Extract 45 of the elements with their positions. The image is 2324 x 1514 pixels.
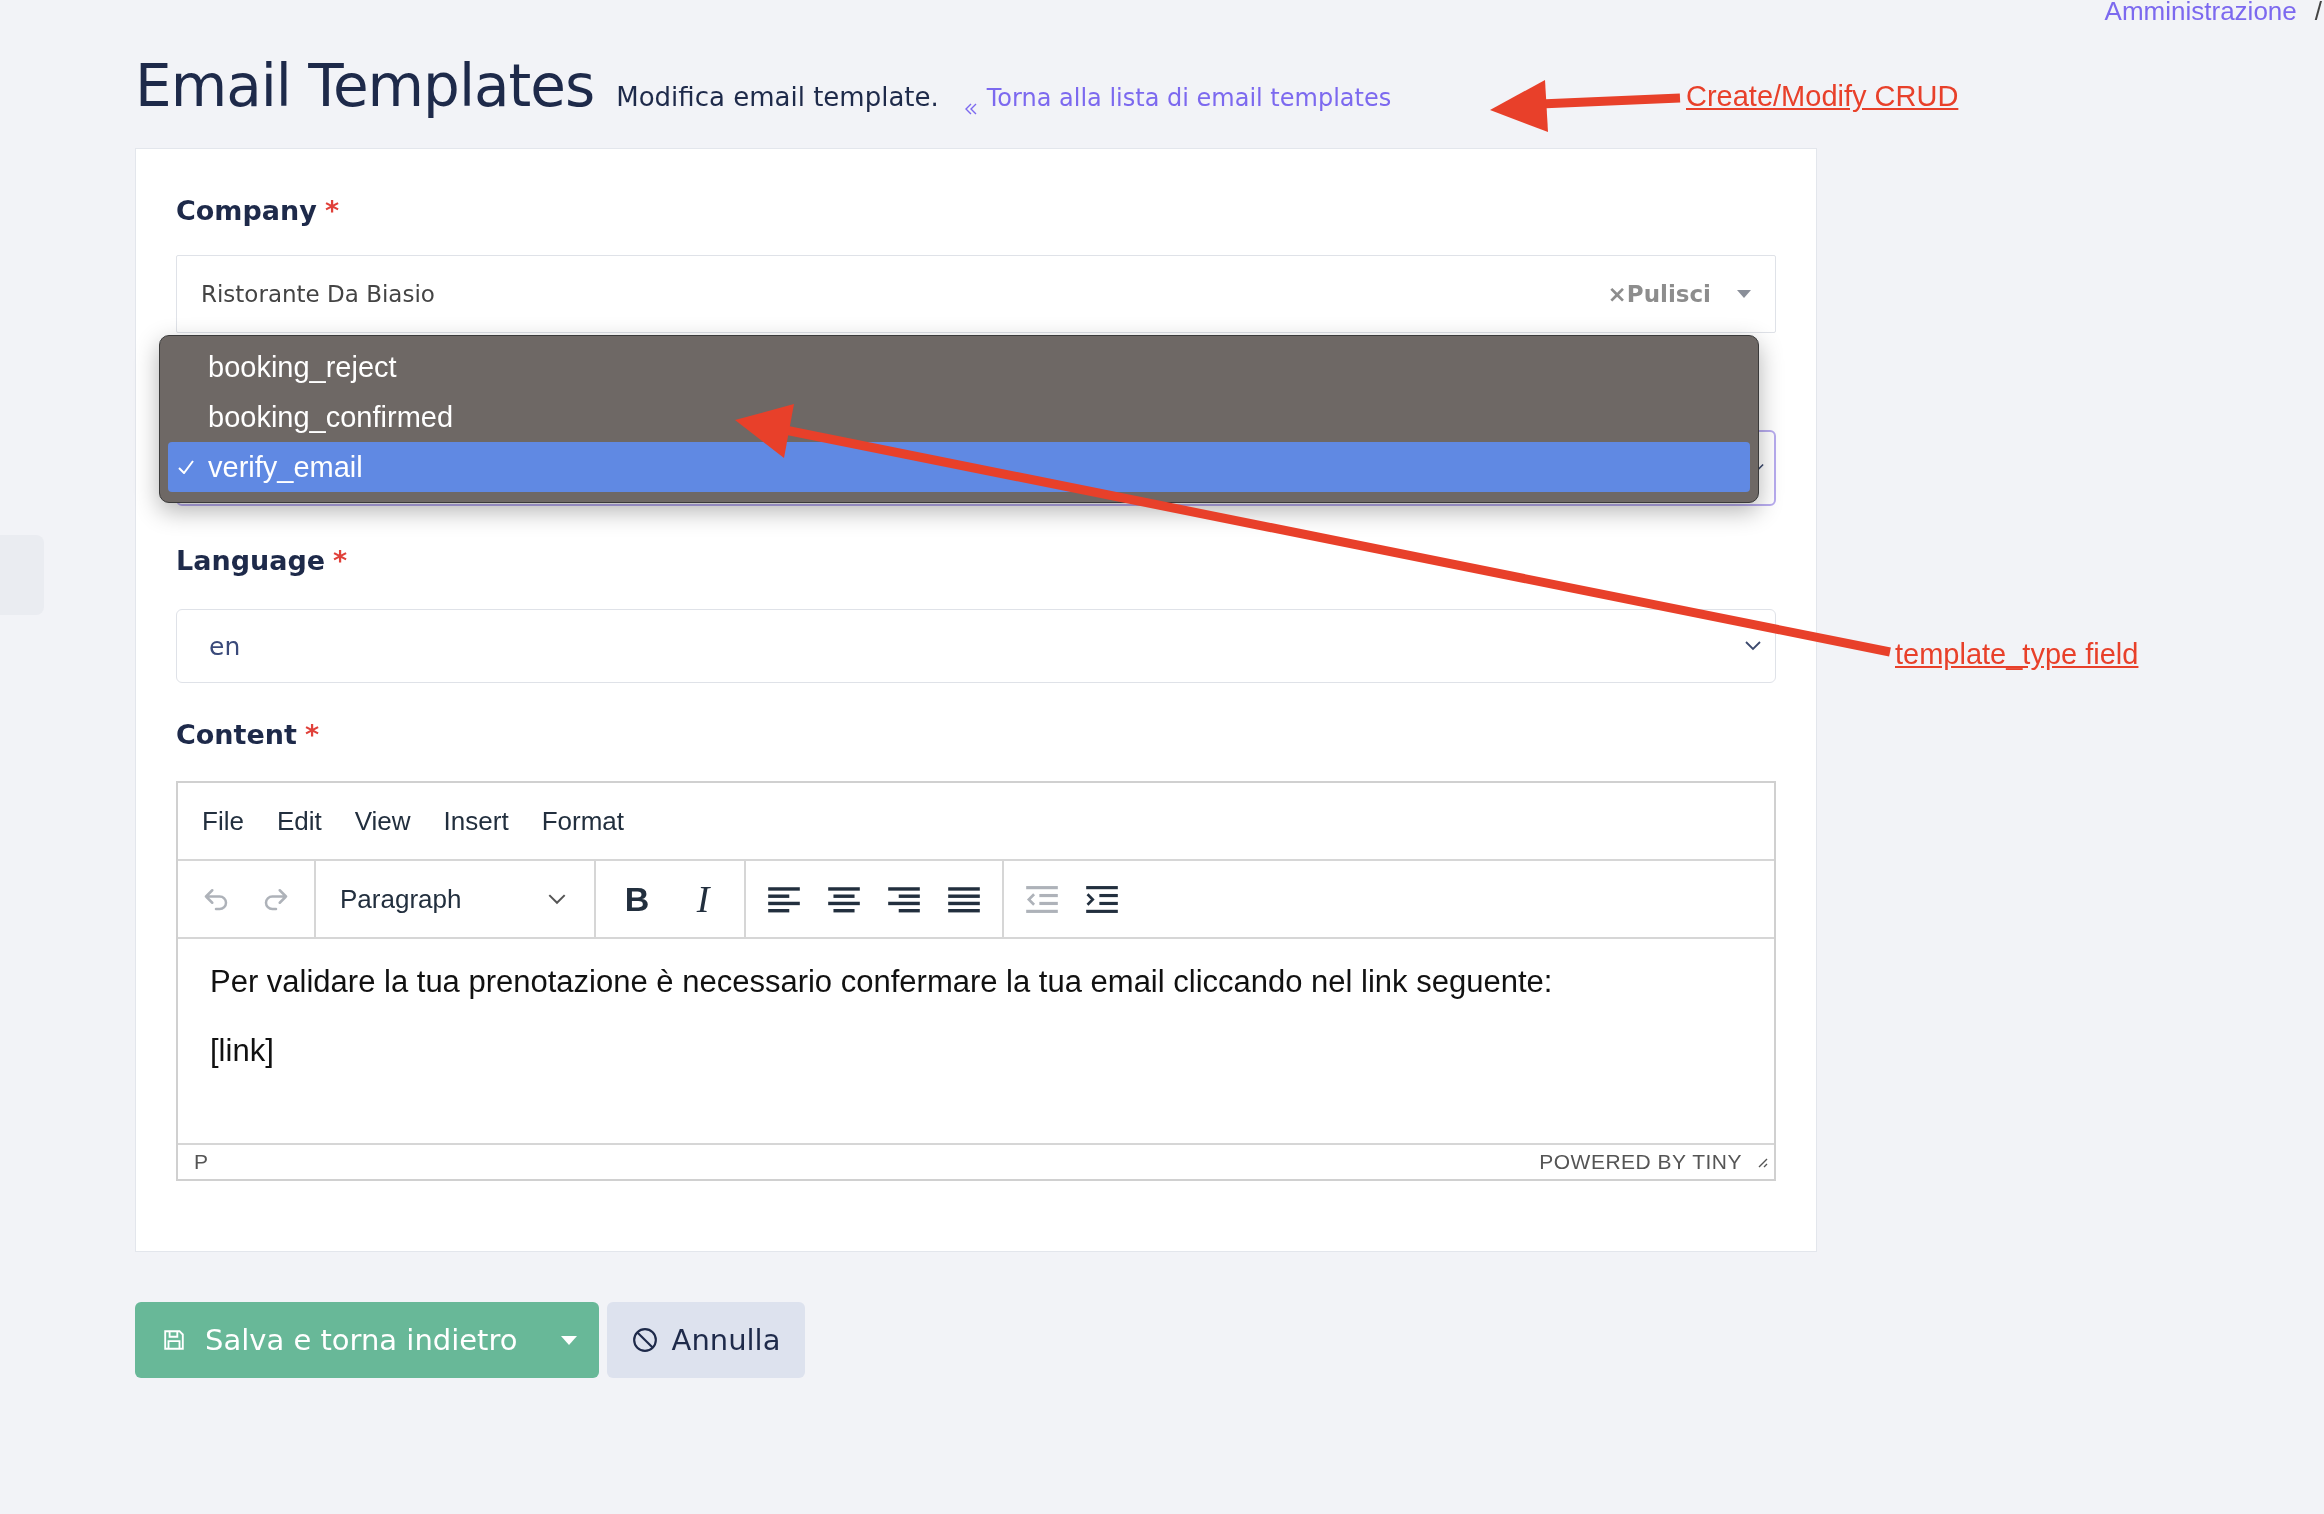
selected-value: en <box>209 631 242 661</box>
italic-button[interactable]: I <box>670 871 736 927</box>
align-left-icon <box>768 884 800 914</box>
chevron-down-icon <box>548 893 566 905</box>
required-mark: * <box>324 195 339 226</box>
back-link[interactable]: Torna alla lista di email templates <box>986 84 1392 112</box>
dropdown-option[interactable]: booking_confirmed <box>168 392 1750 442</box>
align-right-icon <box>888 884 920 914</box>
required-mark: * <box>333 545 348 576</box>
annotation-label: template_type field <box>1895 638 2139 671</box>
required-mark: * <box>304 719 320 750</box>
prohibited-icon <box>631 1327 658 1353</box>
menu-item[interactable]: Insert <box>443 805 509 837</box>
field-label: Language <box>176 545 326 576</box>
language-select[interactable]: en <box>176 609 1776 683</box>
editor-paragraph: Per validare la tua prenotazione è necessario confermare la tua email cliccando nel link seguente: <box>210 963 1554 1001</box>
page-subtitle: Modifica email template. <box>616 82 939 112</box>
align-center-icon <box>828 884 860 914</box>
menu-item[interactable]: Edit <box>276 805 322 837</box>
block-format-dropdown[interactable]: Paragraph <box>324 871 586 927</box>
chevron-down-icon <box>1745 641 1761 651</box>
branding-link[interactable]: POWERED BY TINY <box>1539 1150 1742 1174</box>
dropdown-option[interactable]: booking_reject <box>168 342 1750 392</box>
caret-icon <box>561 1335 577 1345</box>
page-title: Email Templates <box>135 52 595 120</box>
outdent-icon <box>1026 884 1058 914</box>
breadcrumb-link[interactable]: Amministrazione <box>2104 0 2297 27</box>
justify-icon <box>948 884 980 914</box>
element-path: P <box>194 1150 209 1174</box>
company-select[interactable]: Ristorante Da Biasio ×Pulisci <box>176 255 1776 333</box>
menu-item[interactable]: Format <box>541 805 624 837</box>
indent-icon <box>1086 884 1118 914</box>
checkmark-icon <box>178 460 194 474</box>
menu-item[interactable]: View <box>354 805 411 837</box>
field-label: Company <box>176 195 317 226</box>
annotation-label: Create/Modify CRUD <box>1686 80 1959 113</box>
field-label: Content <box>176 719 297 750</box>
editor-paragraph: [link] <box>210 1032 275 1070</box>
resize-handle-icon[interactable] <box>1756 1156 1768 1168</box>
caret-icon <box>1737 290 1751 298</box>
breadcrumb-separator: / <box>2314 0 2322 27</box>
cancel-button[interactable]: Annulla <box>607 1302 805 1378</box>
selected-value: Ristorante Da Biasio <box>201 281 436 307</box>
bold-button[interactable]: B <box>604 871 670 927</box>
menu-item[interactable]: File <box>202 805 244 837</box>
